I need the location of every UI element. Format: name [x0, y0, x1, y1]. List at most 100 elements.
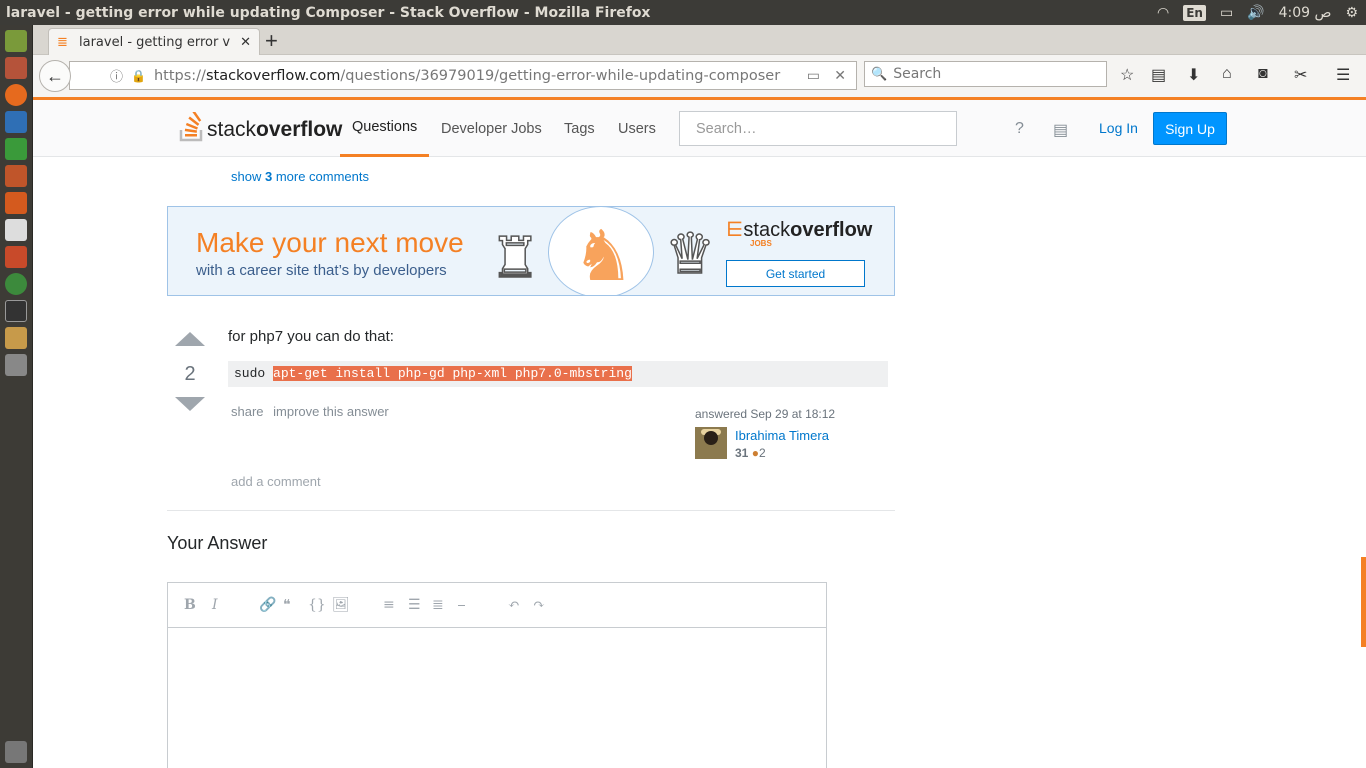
- ad-get-started-button[interactable]: Get started: [726, 260, 865, 287]
- volume-icon[interactable]: 🔊: [1247, 5, 1264, 21]
- search-placeholder: Search: [893, 66, 942, 82]
- download-icon[interactable]: ⬇: [1187, 65, 1200, 85]
- vote-count: 2: [184, 363, 196, 385]
- reading-list-icon[interactable]: ▤: [1151, 65, 1166, 85]
- page-content: show 3 more comments Make your next move…: [33, 157, 1366, 768]
- inbox-icon[interactable]: ▤: [1053, 120, 1068, 140]
- nav-users[interactable]: Users: [618, 100, 656, 157]
- home-icon[interactable]: ⌂: [1222, 65, 1232, 83]
- blockquote-button[interactable]: ❝: [283, 597, 291, 613]
- ad-subline: with a career site that’s by developers: [196, 262, 447, 279]
- url-text[interactable]: https://stackoverflow.com/questions/3697…: [154, 68, 780, 84]
- image-button[interactable]: 🖼: [332, 597, 350, 613]
- terminal-icon[interactable]: [5, 300, 27, 322]
- heading-button[interactable]: ≣: [432, 597, 444, 613]
- bronze-badge-icon: ●: [751, 446, 759, 460]
- rook-icon: ♜: [489, 225, 541, 290]
- bookmark-star-icon[interactable]: ☆: [1120, 65, 1134, 85]
- browser-search-input[interactable]: 🔍 Search: [864, 61, 1107, 87]
- files-icon[interactable]: [5, 327, 27, 349]
- search-icon: 🔍: [871, 66, 888, 82]
- app-icon-2[interactable]: [5, 354, 27, 376]
- editor-toolbar: B I 🔗 ❝ {} 🖼 ≡ ☰ ≣ ⎯ ↶ ↷: [168, 583, 826, 628]
- logo-text-light: stack: [207, 118, 257, 141]
- nav-questions[interactable]: Questions: [340, 100, 430, 157]
- so-search-input[interactable]: Search…: [679, 111, 957, 146]
- hamburger-menu-icon[interactable]: ☰: [1336, 65, 1350, 85]
- new-tab-icon[interactable]: +: [265, 28, 278, 54]
- app-icon-1[interactable]: [5, 57, 27, 79]
- calc-icon[interactable]: [5, 138, 27, 160]
- settings-icon[interactable]: [5, 246, 27, 268]
- post-menu: share improve this answer: [231, 404, 395, 419]
- amazon-icon[interactable]: [5, 219, 27, 241]
- keyboard-layout-indicator[interactable]: En: [1183, 4, 1206, 21]
- impress-icon[interactable]: [5, 165, 27, 187]
- ad-brand-logo: ⋿stackoverflow JOBS: [726, 219, 873, 248]
- improve-answer-link[interactable]: improve this answer: [273, 404, 389, 419]
- trash-icon[interactable]: [5, 741, 27, 763]
- answer-editor[interactable]: B I 🔗 ❝ {} 🖼 ≡ ☰ ≣ ⎯ ↶ ↷: [167, 582, 827, 768]
- share-link[interactable]: share: [231, 404, 264, 419]
- clock[interactable]: 4:09 ص: [1279, 5, 1332, 21]
- so-logo-icon: [179, 112, 203, 142]
- answered-time: answered Sep 29 at 18:12: [695, 407, 836, 421]
- login-link[interactable]: Log In: [1099, 120, 1138, 136]
- redo-button[interactable]: ↷: [533, 597, 545, 613]
- back-arrow-icon: ←: [46, 65, 64, 86]
- stackoverflow-favicon-icon: ≣: [57, 34, 68, 50]
- code-selection: apt-get install php-gd php-xml php7.0-mb…: [273, 366, 632, 381]
- scrollbar-marker[interactable]: [1361, 557, 1366, 647]
- logo-text-bold: overflow: [256, 118, 343, 141]
- horizontal-rule-button[interactable]: ⎯: [458, 597, 465, 613]
- chrome-icon[interactable]: [5, 273, 27, 295]
- add-comment-link[interactable]: add a comment: [231, 474, 321, 489]
- firefox-icon[interactable]: [5, 84, 27, 106]
- stop-icon[interactable]: ✕: [834, 68, 846, 84]
- ordered-list-button[interactable]: ≡: [383, 597, 395, 613]
- browser-chrome: ≣ laravel - getting error v ✕ + ⓘ 🔒 http…: [33, 25, 1366, 97]
- link-button[interactable]: 🔗: [259, 597, 276, 613]
- nav-tags[interactable]: Tags: [564, 100, 595, 157]
- knight-icon: ♞: [572, 217, 635, 295]
- tab-title: laravel - getting error v: [79, 35, 231, 50]
- url-bar[interactable]: ⓘ 🔒 https://stackoverflow.com/questions/…: [69, 61, 857, 90]
- wifi-icon[interactable]: ◠: [1157, 5, 1169, 21]
- pocket-icon[interactable]: ◙: [1258, 65, 1268, 83]
- avatar[interactable]: [695, 427, 727, 459]
- nav-bar: ⓘ 🔒 https://stackoverflow.com/questions/…: [33, 55, 1366, 97]
- answer-code-block[interactable]: sudo apt-get install php-gd php-xml php7…: [228, 361, 888, 387]
- downvote-arrow-icon[interactable]: [175, 397, 205, 411]
- italic-button[interactable]: I: [212, 597, 218, 613]
- reader-view-icon[interactable]: ▭: [807, 68, 820, 84]
- nav-developer-jobs[interactable]: Developer Jobs: [441, 100, 542, 157]
- ad-headline: Make your next move: [196, 227, 464, 258]
- your-answer-heading: Your Answer: [167, 533, 268, 553]
- unity-launcher: [0, 25, 33, 768]
- extension-icon[interactable]: ✂: [1294, 65, 1307, 85]
- settings-gear-icon[interactable]: ⚙: [1345, 5, 1358, 21]
- tab-active[interactable]: ≣ laravel - getting error v ✕: [48, 28, 260, 56]
- help-icon[interactable]: ?: [1015, 120, 1024, 138]
- software-center-icon[interactable]: [5, 192, 27, 214]
- back-button[interactable]: ←: [39, 60, 71, 92]
- signup-button[interactable]: Sign Up: [1153, 112, 1227, 145]
- queen-icon: ♛: [664, 221, 716, 286]
- bulleted-list-button[interactable]: ☰: [408, 597, 421, 613]
- writer-icon[interactable]: [5, 111, 27, 133]
- tab-bar: ≣ laravel - getting error v ✕ +: [33, 25, 1366, 56]
- show-more-comments-link[interactable]: show 3 more comments: [231, 169, 369, 184]
- divider: [167, 510, 895, 511]
- battery-icon[interactable]: ▭: [1220, 5, 1233, 21]
- undo-button[interactable]: ↶: [508, 597, 520, 613]
- so-logo[interactable]: stack overflow: [179, 112, 342, 142]
- jobs-ad-banner[interactable]: Make your next move with a career site t…: [167, 206, 895, 296]
- user-name-link[interactable]: Ibrahima Timera: [735, 428, 829, 443]
- lock-icon: 🔒: [131, 68, 146, 83]
- upvote-arrow-icon[interactable]: [175, 332, 205, 346]
- dash-home-icon[interactable]: [5, 30, 27, 52]
- close-tab-icon[interactable]: ✕: [240, 35, 251, 50]
- code-button[interactable]: {}: [308, 597, 326, 613]
- info-icon[interactable]: ⓘ: [110, 66, 123, 85]
- bold-button[interactable]: B: [184, 597, 196, 613]
